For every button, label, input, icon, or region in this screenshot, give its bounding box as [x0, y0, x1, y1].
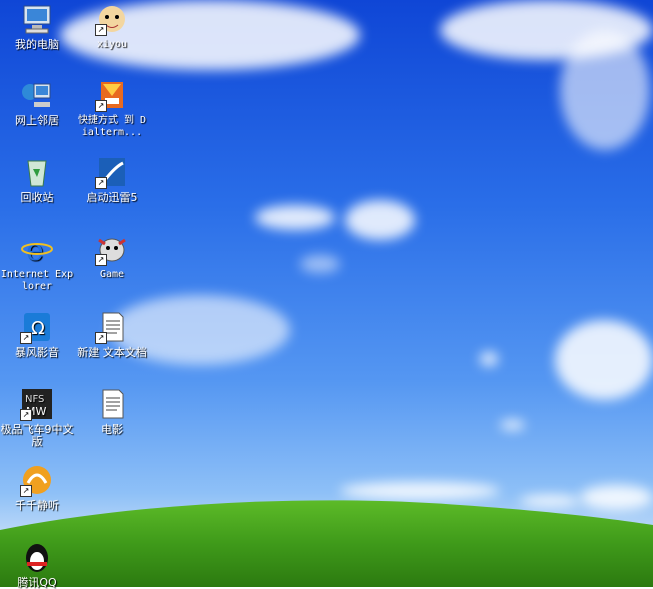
dialterm-shortcut-desktop-icon[interactable]: ↗ 快捷方式 到 Dialterm...	[75, 78, 149, 139]
shortcut-arrow-icon: ↗	[95, 332, 107, 344]
shortcut-arrow-icon: ↗	[95, 177, 107, 189]
internet-explorer-icon: e	[20, 232, 54, 268]
icon-label: Game	[99, 269, 125, 280]
internet-explorer-desktop-icon[interactable]: e Internet Explorer	[0, 232, 74, 293]
my-computer-desktop-icon[interactable]: 我的电脑	[0, 2, 74, 51]
icon-label: 腾讯QQ	[17, 576, 57, 589]
game-desktop-icon[interactable]: ↗ Game	[75, 232, 149, 281]
svg-text:NFS: NFS	[25, 394, 44, 405]
shortcut-arrow-icon: ↗	[20, 332, 32, 344]
new-text-document-desktop-icon[interactable]: ↗ 新建 文本文档	[75, 310, 149, 359]
penguin-icon	[20, 540, 54, 574]
xiyou-game-icon: ↗	[95, 2, 129, 36]
shortcut-arrow-icon: ↗	[95, 24, 107, 36]
recycle-bin-icon	[20, 155, 54, 189]
shortcut-arrow-icon: ↗	[95, 254, 107, 266]
shortcut-arrow-icon: ↗	[20, 485, 32, 497]
baofeng-player-desktop-icon[interactable]: Ω ↗ 暴风影音	[0, 310, 74, 359]
shortcut-arrow-icon: ↗	[95, 100, 107, 112]
icon-label: 暴风影音	[15, 346, 59, 359]
icon-label: 网上邻居	[15, 114, 59, 127]
icon-label: 快捷方式 到 Dialterm...	[77, 115, 147, 138]
network-places-desktop-icon[interactable]: 网上邻居	[0, 78, 74, 127]
nfs-game-icon: NFS MW ↗	[20, 387, 54, 421]
text-document-icon	[95, 387, 129, 421]
recycle-bin-desktop-icon[interactable]: 回收站	[0, 155, 74, 204]
icon-label: 极品飞车9中文版	[0, 423, 74, 448]
network-icon	[20, 78, 54, 112]
svg-text:e: e	[26, 233, 44, 266]
icon-label: Internet Explorer	[0, 269, 74, 292]
icon-label: 新建 文本文档	[77, 346, 147, 359]
svg-text:Ω: Ω	[31, 318, 45, 339]
ttplayer-desktop-icon[interactable]: ↗ 千千静听	[0, 463, 74, 512]
icon-label: 电影	[101, 423, 123, 436]
icon-label: xiyou	[96, 39, 128, 50]
media-player-icon: Ω ↗	[20, 310, 54, 344]
tencent-qq-desktop-icon[interactable]: 腾讯QQ	[0, 540, 74, 589]
thunder-desktop-icon[interactable]: ↗ 启动迅雷5	[75, 155, 149, 204]
text-document-icon: ↗	[95, 310, 129, 344]
computer-icon	[20, 2, 54, 36]
desktop-wallpaper: 我的电脑 网上邻居 回收站 e Internet Explorer Ω ↗ 暴风…	[0, 0, 653, 589]
movie-document-desktop-icon[interactable]: 电影	[75, 387, 149, 436]
icon-label: 回收站	[20, 191, 54, 204]
icon-label: 启动迅雷5	[86, 191, 138, 204]
nfs-desktop-icon[interactable]: NFS MW ↗ 极品飞车9中文版	[0, 387, 74, 448]
icon-label: 千千静听	[15, 499, 59, 512]
xiyou-desktop-icon[interactable]: ↗ xiyou	[75, 2, 149, 51]
thunder-icon: ↗	[95, 155, 129, 189]
shortcut-arrow-icon: ↗	[20, 409, 32, 421]
game-mascot-icon: ↗	[95, 232, 129, 266]
dialterm-icon: ↗	[95, 78, 129, 112]
headphones-icon: ↗	[20, 463, 54, 497]
icon-label: 我的电脑	[15, 38, 59, 51]
